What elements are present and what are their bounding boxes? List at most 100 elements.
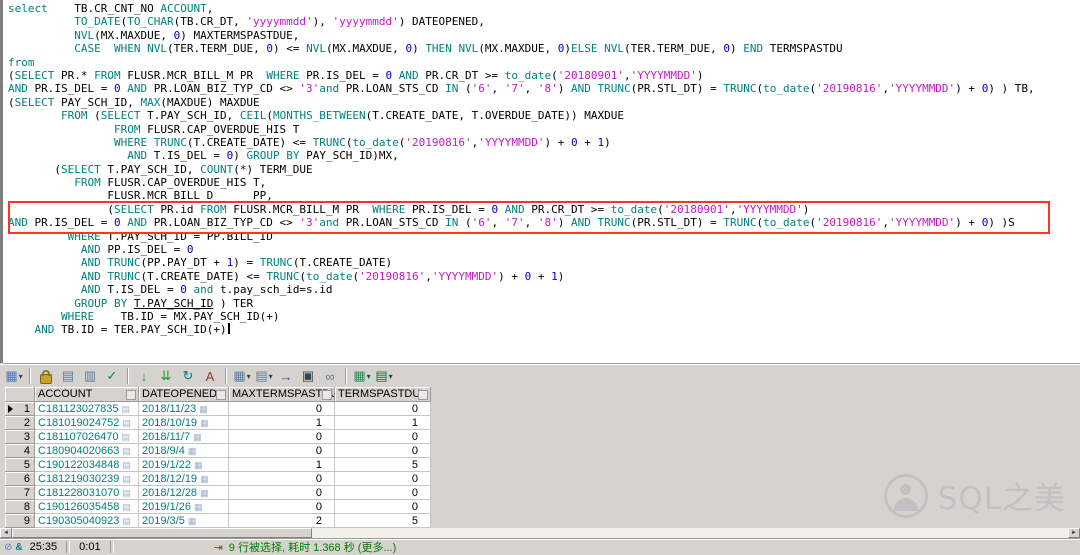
calendar-icon[interactable]: ▦ (200, 488, 209, 498)
termspastdu-cell[interactable]: 5 (335, 458, 431, 472)
find-record-icon[interactable]: A (200, 367, 220, 385)
fetch-all-icon[interactable]: ⇊ (156, 367, 176, 385)
calendar-icon[interactable]: ▦ (193, 432, 202, 442)
account-cell[interactable]: C181123027835 ▤ (35, 402, 139, 416)
table-row[interactable]: 4 C180904020663 ▤ 2018/9/4 ▦ 0 0 (5, 444, 431, 458)
termspastdu-cell[interactable]: 5 (335, 514, 431, 528)
grid-corner-cell[interactable] (5, 387, 35, 402)
row-number-cell[interactable]: 1 (5, 402, 35, 416)
table-row[interactable]: 6 C181219030239 ▤ 2018/12/19 ▦ 0 0 (5, 472, 431, 486)
lock-icon[interactable] (36, 367, 56, 385)
scrollbar-track[interactable] (312, 528, 1068, 538)
save-results-icon[interactable]: ▣ (298, 367, 318, 385)
account-cell[interactable]: C181219030239 ▤ (35, 472, 139, 486)
cell-popup-icon[interactable]: ▤ (122, 460, 131, 470)
dateopened-cell[interactable]: 2018/11/23 ▦ (139, 402, 229, 416)
row-number-cell[interactable]: 8 (5, 500, 35, 514)
cell-popup-icon[interactable]: ▤ (122, 502, 131, 512)
dropdown-arrow-icon[interactable]: ▾ (19, 372, 23, 381)
termspastdu-cell[interactable]: 0 (335, 472, 431, 486)
account-cell[interactable]: C190305040923 ▤ (35, 514, 139, 528)
grid-options-icon[interactable]: ▦ ▾ (232, 367, 252, 385)
maxtermspastdue-cell[interactable]: 1 (229, 458, 335, 472)
dropdown-arrow-icon[interactable]: ▾ (269, 372, 273, 381)
account-cell[interactable]: C180904020663 ▤ (35, 444, 139, 458)
header-options-icon[interactable] (322, 390, 332, 400)
maxtermspastdue-cell[interactable]: 0 (229, 472, 335, 486)
calendar-icon[interactable]: ▦ (188, 446, 197, 456)
maxtermspastdue-cell[interactable]: 0 (229, 500, 335, 514)
export-excel-icon[interactable]: ▤ ▾ (374, 367, 394, 385)
export-grid-icon[interactable]: ▤ ▾ (254, 367, 274, 385)
post-changes-icon[interactable]: ✓ (102, 367, 122, 385)
calendar-icon[interactable]: ▦ (200, 418, 209, 428)
termspastdu-cell[interactable]: 0 (335, 444, 431, 458)
scroll-right-button[interactable]: ► (1068, 528, 1080, 538)
table-row[interactable]: 2 C181019024752 ▤ 2018/10/19 ▦ 1 1 (5, 416, 431, 430)
termspastdu-cell[interactable]: 0 (335, 500, 431, 514)
calendar-icon[interactable]: ▦ (199, 404, 208, 414)
calendar-icon[interactable]: ▦ (194, 502, 203, 512)
table-row[interactable]: 8 C190126035458 ▤ 2019/1/26 ▦ 0 0 (5, 500, 431, 514)
column-header-maxtermspastdue[interactable]: MAXTERMSPASTDUE (229, 387, 335, 402)
termspastdu-cell[interactable]: 0 (335, 486, 431, 500)
next-set-icon[interactable]: → (276, 367, 296, 385)
maxtermspastdue-cell[interactable]: 0 (229, 444, 335, 458)
dropdown-arrow-icon[interactable]: ▾ (367, 372, 371, 381)
row-number-cell[interactable]: 2 (5, 416, 35, 430)
table-row[interactable]: 7 C181228031070 ▤ 2018/12/28 ▦ 0 0 (5, 486, 431, 500)
fetch-next-page-icon[interactable]: ↓ (134, 367, 154, 385)
column-header-termspastdu[interactable]: TERMSPASTDU (335, 387, 431, 402)
cell-popup-icon[interactable]: ▤ (122, 488, 131, 498)
cell-popup-icon[interactable]: ▤ (122, 432, 131, 442)
refresh-icon[interactable]: ↻ (178, 367, 198, 385)
result-message[interactable]: 9 行被选择, 耗时 1.368 秒 (更多...) (229, 539, 396, 555)
account-cell[interactable]: C181107026470 ▤ (35, 430, 139, 444)
dateopened-cell[interactable]: 2019/1/26 ▦ (139, 500, 229, 514)
termspastdu-cell[interactable]: 0 (335, 430, 431, 444)
dateopened-cell[interactable]: 2019/3/5 ▦ (139, 514, 229, 528)
dateopened-cell[interactable]: 2018/10/19 ▦ (139, 416, 229, 430)
header-options-icon[interactable] (418, 390, 428, 400)
maxtermspastdue-cell[interactable]: 2 (229, 514, 335, 528)
cell-popup-icon[interactable]: ▤ (122, 474, 131, 484)
dateopened-cell[interactable]: 2018/12/19 ▦ (139, 472, 229, 486)
termspastdu-cell[interactable]: 1 (335, 416, 431, 430)
report-icon[interactable]: ▦ ▾ (352, 367, 372, 385)
table-row[interactable]: 5 C190122034848 ▤ 2019/1/22 ▦ 1 5 (5, 458, 431, 472)
cell-popup-icon[interactable]: ▤ (122, 404, 131, 414)
row-number-cell[interactable]: 7 (5, 486, 35, 500)
horizontal-scrollbar[interactable]: ◄ ► (0, 528, 1080, 538)
calendar-icon[interactable]: ▦ (194, 460, 203, 470)
account-cell[interactable]: C190126035458 ▤ (35, 500, 139, 514)
sql-code[interactable]: select TB.CR_CNT_NO ACCOUNT, TO_DATE(TO_… (3, 0, 1080, 337)
row-number-cell[interactable]: 4 (5, 444, 35, 458)
window-selector-icon[interactable]: ▦ ▾ (4, 367, 24, 385)
header-options-icon[interactable] (126, 390, 136, 400)
dateopened-cell[interactable]: 2019/1/22 ▦ (139, 458, 229, 472)
scroll-left-button[interactable]: ◄ (0, 528, 12, 538)
dateopened-cell[interactable]: 2018/12/28 ▦ (139, 486, 229, 500)
maxtermspastdue-cell[interactable]: 1 (229, 416, 335, 430)
termspastdu-cell[interactable]: 0 (335, 402, 431, 416)
table-row[interactable]: 3 C181107026470 ▤ 2018/11/7 ▦ 0 0 (5, 430, 431, 444)
column-header-account[interactable]: ACCOUNT (35, 387, 139, 402)
column-header-dateopened[interactable]: DATEOPENED (139, 387, 229, 402)
maxtermspastdue-cell[interactable]: 0 (229, 402, 335, 416)
account-cell[interactable]: C181228031070 ▤ (35, 486, 139, 500)
dateopened-cell[interactable]: 2018/9/4 ▦ (139, 444, 229, 458)
edit-data-icon[interactable]: ▥ (80, 367, 100, 385)
row-number-cell[interactable]: 6 (5, 472, 35, 486)
account-cell[interactable]: C190122034848 ▤ (35, 458, 139, 472)
dropdown-arrow-icon[interactable]: ▾ (247, 372, 251, 381)
scrollbar-thumb[interactable] (12, 528, 312, 538)
cell-popup-icon[interactable]: ▤ (122, 516, 131, 526)
linked-query-icon[interactable]: ∞ (320, 367, 340, 385)
table-row[interactable]: 9 C190305040923 ▤ 2019/3/5 ▦ 2 5 (5, 514, 431, 528)
calendar-icon[interactable]: ▦ (200, 474, 209, 484)
cell-popup-icon[interactable]: ▤ (122, 446, 131, 456)
row-number-cell[interactable]: 5 (5, 458, 35, 472)
maxtermspastdue-cell[interactable]: 0 (229, 430, 335, 444)
sql-editor[interactable]: select TB.CR_CNT_NO ACCOUNT, TO_DATE(TO_… (3, 0, 1080, 364)
header-options-icon[interactable] (216, 390, 226, 400)
